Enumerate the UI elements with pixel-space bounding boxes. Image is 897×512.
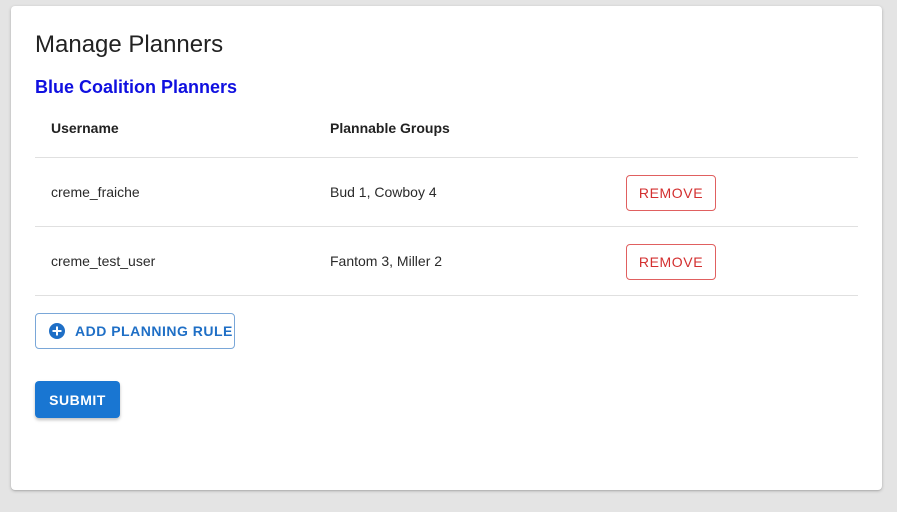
table-row: creme_fraiche Bud 1, Cowboy 4 REMOVE [35, 158, 858, 227]
header-plannable-groups: Plannable Groups [330, 120, 450, 136]
username-cell: creme_fraiche [51, 184, 140, 200]
table-row: creme_test_user Fantom 3, Miller 2 REMOV… [35, 227, 858, 296]
remove-button[interactable]: REMOVE [626, 244, 716, 280]
section-title: Blue Coalition Planners [35, 77, 238, 97]
add-planning-rule-button[interactable]: ADD PLANNING RULE [35, 313, 235, 349]
plannable-groups-cell: Fantom 3, Miller 2 [330, 253, 443, 269]
header-username: Username [51, 120, 119, 136]
username-cell: creme_test_user [51, 253, 156, 269]
remove-button[interactable]: REMOVE [626, 175, 716, 211]
planners-table: Username Plannable Groups creme_fraiche … [35, 106, 858, 296]
table-header: Username Plannable Groups [35, 106, 858, 158]
plannable-groups-cell: Bud 1, Cowboy 4 [330, 184, 437, 200]
submit-button[interactable]: SUBMIT [35, 381, 120, 418]
manage-planners-card: Manage Planners Blue Coalition Planners … [11, 6, 882, 490]
plus-circle-icon [49, 323, 65, 339]
page-title: Manage Planners [35, 31, 224, 58]
add-planning-rule-label: ADD PLANNING RULE [75, 323, 233, 339]
